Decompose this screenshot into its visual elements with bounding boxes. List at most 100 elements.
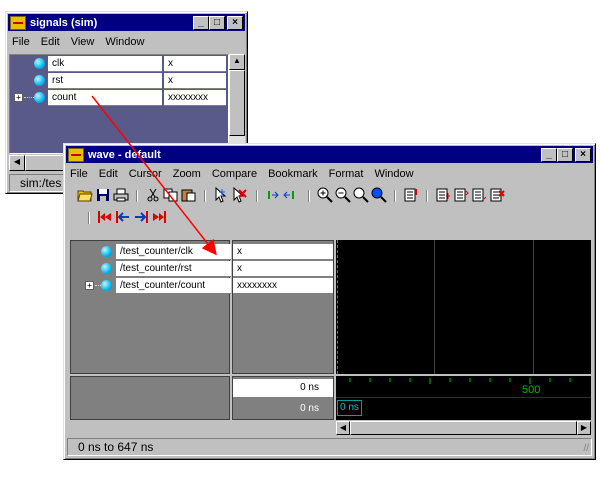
scroll-right-button[interactable]: ▶ (577, 421, 591, 435)
cut-icon[interactable] (144, 186, 162, 204)
wave-menubar: File Edit Cursor Zoom Compare Bookmark F… (66, 164, 593, 183)
insert-divider-icon[interactable] (470, 186, 488, 204)
wave-value-clk: x (233, 244, 333, 260)
wave-signal-name-count[interactable]: /test_counter/count (116, 278, 231, 294)
app-icon (68, 147, 84, 162)
wave-toolbar (70, 184, 590, 228)
wave-signal-pane: /test_counter/clk /test_counter/rst + /t… (70, 240, 231, 374)
signal-count-icon (34, 92, 45, 103)
wave-gridline (434, 240, 435, 374)
signal-clk-icon (101, 246, 112, 257)
toolbar-separator (394, 190, 396, 202)
cursor-name-pane (70, 376, 230, 420)
scroll-left-button[interactable]: ◀ (9, 155, 25, 171)
toolbar-separator (88, 212, 90, 224)
menu-zoom[interactable]: Zoom (173, 168, 201, 180)
signals-title: signals (sim) (30, 16, 98, 29)
signal-value-count: xxxxxxxx (164, 90, 226, 106)
first-edge-icon[interactable] (96, 208, 114, 226)
minimize-button[interactable]: _ (541, 147, 557, 162)
menu-compare[interactable]: Compare (212, 168, 257, 180)
wave-value-rst: x (233, 261, 333, 277)
wave-hscrollbar[interactable]: ◀ ▶ (336, 421, 591, 435)
menu-file[interactable]: File (70, 168, 88, 180)
zoom-in-icon[interactable] (316, 186, 334, 204)
find-icon[interactable] (402, 186, 420, 204)
signal-name-clk[interactable]: clk (48, 56, 162, 72)
menu-file[interactable]: File (12, 36, 30, 48)
signal-name-count[interactable]: count (48, 90, 162, 106)
menu-cursor[interactable]: Cursor (129, 168, 162, 180)
hscroll-thumb[interactable] (350, 421, 577, 435)
signals-vscrollbar[interactable]: ▲ (229, 54, 245, 154)
wave-status-text: 0 ns to 647 ns (78, 440, 154, 454)
tree-connector (24, 97, 34, 98)
wave-statusbar: 0 ns to 647 ns // (67, 438, 592, 456)
toolbar-separator (308, 190, 310, 202)
expand-count-icon[interactable]: + (85, 281, 94, 290)
wave-cursor-line (337, 240, 338, 374)
delete-signal-icon[interactable] (488, 186, 506, 204)
signal-value-rst: x (164, 73, 226, 89)
minimize-button[interactable]: _ (193, 15, 209, 30)
delete-cursor-icon[interactable] (230, 186, 248, 204)
timeline-tick-500: 500 (522, 384, 541, 396)
next-edge-icon[interactable] (132, 208, 150, 226)
toolbar-separator (204, 190, 206, 202)
app-icon (10, 15, 26, 30)
wave-window: wave - default _ □ × File Edit Cursor Zo… (63, 143, 596, 460)
menu-window[interactable]: Window (374, 168, 413, 180)
maximize-button[interactable]: □ (209, 15, 225, 30)
menu-window[interactable]: Window (105, 36, 144, 48)
prev-edge-icon[interactable] (114, 208, 132, 226)
scroll-thumb[interactable] (229, 70, 245, 136)
resize-grip-icon[interactable]: // (583, 441, 589, 457)
save-icon[interactable] (94, 186, 112, 204)
zoom-out-icon[interactable] (334, 186, 352, 204)
menu-format[interactable]: Format (329, 168, 364, 180)
close-button[interactable]: × (227, 15, 243, 30)
signals-list: clk x rst x + count xxxxxxxx (9, 54, 229, 154)
menu-bookmark[interactable]: Bookmark (268, 168, 318, 180)
wave-titlebar[interactable]: wave - default _ □ × (66, 146, 593, 163)
open-folder-icon[interactable] (76, 186, 94, 204)
wave-signal-name-clk[interactable]: /test_counter/clk (116, 244, 231, 260)
waveform-canvas[interactable] (336, 240, 591, 374)
wave-signal-name-rst[interactable]: /test_counter/rst (116, 261, 231, 277)
zoom-full-icon[interactable] (352, 186, 370, 204)
insert-signal-icon[interactable] (434, 186, 452, 204)
signal-name-rst[interactable]: rst (48, 73, 162, 89)
scroll-up-button[interactable]: ▲ (229, 54, 245, 70)
wave-value-count: xxxxxxxx (233, 278, 333, 294)
zoom-range-icon[interactable] (266, 186, 296, 204)
signal-value-clk: x (164, 56, 226, 72)
toolbar-separator (136, 190, 138, 202)
zoom-fit-icon[interactable] (370, 186, 388, 204)
now-time-label: 0 ns (233, 379, 333, 397)
menu-edit[interactable]: Edit (41, 36, 60, 48)
insert-break-icon[interactable] (452, 186, 470, 204)
paste-icon[interactable] (180, 186, 198, 204)
maximize-button[interactable]: □ (557, 147, 573, 162)
print-icon[interactable] (112, 186, 130, 204)
scroll-left-button[interactable]: ◀ (336, 421, 350, 435)
menu-view[interactable]: View (71, 36, 95, 48)
timeline-pane: 500 0 ns (336, 376, 591, 420)
signals-menubar: File Edit View Window (8, 32, 245, 51)
hscroll-thumb[interactable] (25, 155, 65, 171)
signal-clk-icon (34, 58, 45, 69)
signal-rst-icon (101, 263, 112, 274)
signals-titlebar[interactable]: signals (sim) _ □ × (8, 14, 245, 31)
wave-value-pane: x x xxxxxxxx (232, 240, 334, 374)
toolbar-separator (256, 190, 258, 202)
select-pointer-icon[interactable] (212, 186, 230, 204)
menu-edit[interactable]: Edit (99, 168, 118, 180)
wave-gridline (533, 240, 534, 374)
close-button[interactable]: × (575, 147, 591, 162)
cursor-marker[interactable]: 0 ns (337, 400, 362, 416)
copy-icon[interactable] (162, 186, 180, 204)
timeline-baseline (336, 397, 591, 398)
last-edge-icon[interactable] (150, 208, 168, 226)
toolbar-separator (426, 190, 428, 202)
expand-count-icon[interactable]: + (14, 93, 23, 102)
